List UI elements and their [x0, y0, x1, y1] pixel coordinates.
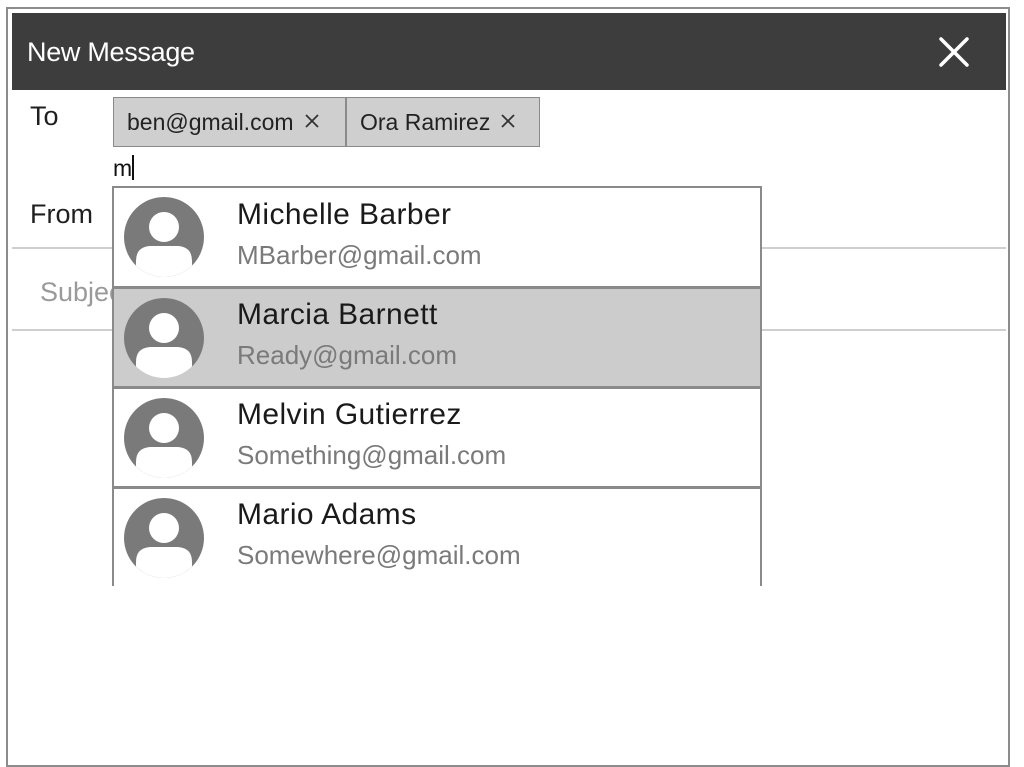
avatar-icon — [124, 398, 204, 478]
close-icon[interactable] — [500, 108, 516, 128]
suggestion-name: Michelle Barber — [237, 198, 452, 231]
window-title: New Message — [27, 37, 195, 67]
to-input[interactable] — [113, 153, 413, 183]
suggestion-name: Mario Adams — [237, 498, 417, 531]
recipient-chip[interactable]: ben@gmail.com — [113, 97, 346, 147]
close-button[interactable] — [934, 32, 974, 72]
recipient-chip[interactable]: Ora Ramirez — [346, 97, 540, 147]
text-caret — [132, 155, 134, 180]
compose-header: New Message — [12, 13, 1006, 90]
suggestion-email: Somewhere@gmail.com — [237, 540, 521, 570]
suggestion-dropdown: Michelle Barber MBarber@gmail.com Marcia… — [112, 186, 762, 587]
suggestion-item[interactable]: Melvin Gutierrez Something@gmail.com — [114, 389, 760, 487]
avatar-icon — [124, 298, 204, 378]
suggestion-name: Marcia Barnett — [237, 298, 438, 331]
recipient-chip-label: Ora Ramirez — [360, 108, 491, 135]
to-label: To — [30, 101, 59, 131]
suggestion-item[interactable]: Michelle Barber MBarber@gmail.com — [114, 188, 760, 286]
from-label: From — [30, 199, 93, 229]
close-icon[interactable] — [304, 108, 320, 128]
avatar-icon — [124, 197, 204, 277]
avatar-icon — [124, 498, 204, 578]
suggestion-item-selected[interactable]: Marcia Barnett Ready@gmail.com — [114, 289, 760, 387]
suggestion-email: MBarber@gmail.com — [237, 240, 482, 270]
suggestion-email: Ready@gmail.com — [237, 340, 458, 370]
suggestion-email: Something@gmail.com — [237, 440, 507, 470]
close-icon — [939, 37, 969, 67]
suggestion-item[interactable]: Mario Adams Somewhere@gmail.com — [114, 489, 760, 587]
suggestion-name: Melvin Gutierrez — [237, 398, 462, 431]
recipient-chip-label: ben@gmail.com — [127, 108, 294, 135]
